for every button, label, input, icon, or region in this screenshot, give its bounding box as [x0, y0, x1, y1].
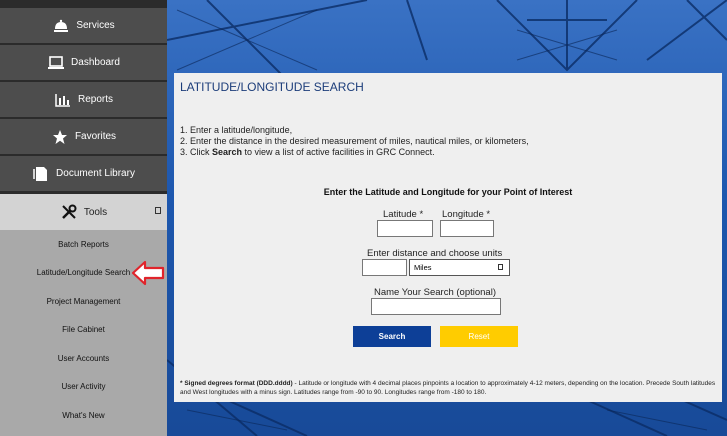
instruction-line: 3. Click Search to view a list of active…	[180, 147, 435, 157]
instruction-text: 3. Click	[180, 147, 213, 157]
submenu-item-user-accounts[interactable]: User Accounts	[0, 354, 167, 363]
star-icon	[51, 129, 69, 145]
sidebar-item-dashboard[interactable]: Dashboard	[0, 45, 167, 80]
instruction-text: to view a list of active facilities in G…	[242, 147, 435, 157]
units-select[interactable]: Miles	[409, 259, 510, 276]
units-selected-value: Miles	[414, 263, 432, 272]
submenu-item-file-cabinet[interactable]: File Cabinet	[0, 325, 167, 334]
sidebar-item-label: Favorites	[74, 131, 117, 142]
submenu-item-project-management[interactable]: Project Management	[0, 297, 167, 306]
instruction-line: 1. Enter a latitude/longitude,	[180, 125, 293, 135]
bell-icon	[52, 18, 70, 34]
sidebar-item-label: Tools	[83, 206, 108, 218]
format-note-title: * Signed degrees format (DDD.dddd)	[180, 380, 293, 387]
pointer-arrow-icon	[131, 260, 165, 291]
sidebar-item-services[interactable]: Services	[0, 8, 167, 43]
document-icon	[32, 166, 50, 182]
instruction-bold: Search	[212, 147, 243, 157]
sidebar: Services Dashboard Reports Favorites Doc…	[0, 0, 167, 436]
laptop-icon	[47, 55, 65, 71]
latitude-label: Latitude *	[383, 209, 424, 220]
longitude-input[interactable]	[440, 220, 494, 237]
sidebar-item-label: Services	[76, 20, 115, 31]
submenu-item-whats-new[interactable]: What's New	[0, 411, 167, 420]
expand-icon	[155, 207, 161, 214]
sidebar-item-reports[interactable]: Reports	[0, 82, 167, 117]
form-heading: Enter the Latitude and Longitude for you…	[323, 187, 573, 197]
sidebar-item-label: Document Library	[56, 168, 135, 179]
reset-button[interactable]: Reset	[440, 326, 518, 347]
sidebar-item-label: Reports	[77, 94, 113, 105]
tools-icon	[60, 204, 78, 220]
sidebar-item-label: Dashboard	[71, 57, 120, 68]
search-name-label: Name Your Search (optional)	[374, 287, 496, 298]
sidebar-item-favorites[interactable]: Favorites	[0, 119, 167, 154]
submenu-item-batch-reports[interactable]: Batch Reports	[0, 240, 167, 249]
format-note: * Signed degrees format (DDD.dddd) - Lat…	[180, 379, 718, 397]
longitude-label: Longitude *	[442, 209, 491, 220]
latlong-search-panel: LATITUDE/LONGITUDE SEARCH 1. Enter a lat…	[174, 73, 722, 402]
submenu-item-user-activity[interactable]: User Activity	[0, 382, 167, 391]
dropdown-icon	[498, 264, 503, 270]
distance-input[interactable]	[362, 259, 407, 276]
latitude-input[interactable]	[377, 220, 433, 237]
search-button[interactable]: Search	[353, 326, 431, 347]
bar-chart-icon	[54, 92, 72, 108]
sidebar-item-tools[interactable]: Tools	[0, 194, 167, 230]
page-title: LATITUDE/LONGITUDE SEARCH	[180, 80, 364, 94]
search-name-input[interactable]	[371, 298, 501, 315]
sidebar-item-document-library[interactable]: Document Library	[0, 156, 167, 191]
instruction-line: 2. Enter the distance in the desired mea…	[180, 136, 529, 146]
distance-label: Enter distance and choose units	[367, 248, 503, 259]
